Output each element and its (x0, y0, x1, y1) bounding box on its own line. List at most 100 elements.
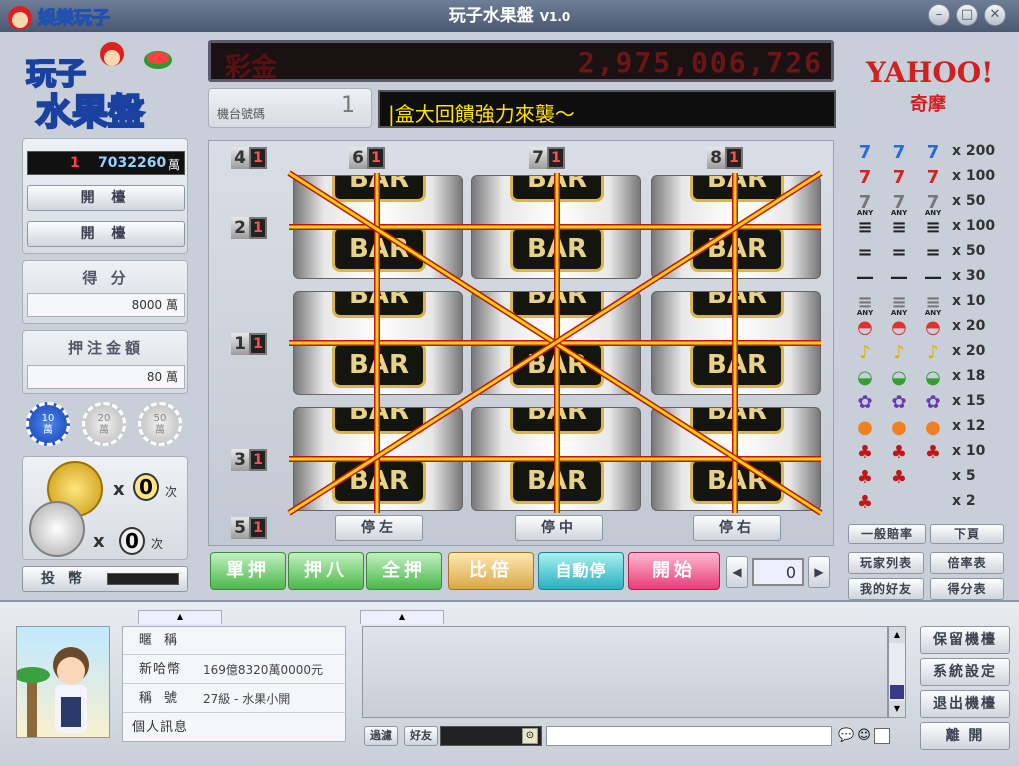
sponsor-sub: 奇摩 (910, 94, 946, 115)
line-tag-left[interactable]: 1 1 (231, 333, 267, 355)
chip-10[interactable]: 10 萬 (26, 402, 70, 446)
my-friends-button[interactable]: 我的好友 (848, 578, 924, 600)
bar-any-icon: ≡ ANY (854, 292, 876, 317)
single-bet-button[interactable]: 單押 (210, 552, 286, 590)
counter-control: ◀ 0 ▶ (726, 556, 830, 588)
seven-red-icon: 7 (858, 167, 872, 188)
line-tag-left[interactable]: 3 1 (231, 449, 267, 471)
line-tag-top[interactable]: 8 1 (707, 147, 743, 169)
bar-triple-icon: ≡ (857, 217, 873, 238)
bar-triple-icon: ≡ (891, 217, 907, 238)
open-table-button-2[interactable]: 開 檯 (27, 221, 185, 247)
line-tag-top[interactable]: 7 1 (529, 147, 565, 169)
paytable-multiplier: x 10 (952, 443, 986, 459)
chip-20-unit: 萬 (99, 425, 109, 436)
paytable-multiplier: x 50 (952, 243, 986, 259)
credit-display: 1 7032260 萬 (27, 151, 185, 175)
melon-icon: ◒ (891, 367, 907, 388)
score-table-button[interactable]: 得分表 (930, 578, 1004, 600)
paytable-row: ≡ ≡ ≡ x 100 (846, 215, 1006, 240)
game-logo: 玩子 水果盤 (18, 40, 178, 134)
credit-index: 1 (70, 155, 80, 171)
emoticon-icon[interactable]: ☺ (856, 728, 872, 744)
line-count: 1 (249, 217, 267, 239)
counter-prev-button[interactable]: ◀ (726, 556, 748, 588)
paytable-multiplier: x 15 (952, 393, 986, 409)
exit-machine-button[interactable]: 退出機檯 (920, 690, 1010, 718)
silver-coin-count: 0 (119, 527, 145, 555)
chat-scrollbar[interactable]: ▲ ▼ (888, 626, 906, 718)
jackpot-value: 2,975,006,726 (577, 46, 823, 79)
odds-table-button[interactable]: 倍率表 (930, 552, 1004, 574)
dropdown-icon[interactable]: ⊙ (522, 728, 538, 744)
paytable-row: ● ● ● x 12 (846, 415, 1006, 440)
leave-button[interactable]: 離 開 (920, 722, 1010, 750)
grape-icon: ✿ (891, 392, 907, 413)
keep-machine-button[interactable]: 保留機檯 (920, 626, 1010, 654)
checkbox-icon[interactable] (874, 728, 890, 744)
close-button[interactable]: ✕ (984, 4, 1006, 26)
paytable-row: ♪ ♪ ♪ x 20 (846, 340, 1006, 365)
chat-log[interactable] (362, 626, 888, 718)
coin-panel: x 0 次 x 0 次 (22, 456, 188, 560)
melon-icon: ◒ (925, 367, 941, 388)
silver-coin-unit: 次 (151, 537, 164, 551)
maximize-button[interactable]: □ (956, 4, 978, 26)
cherry-3-icon: ♣ (890, 442, 908, 463)
system-settings-button[interactable]: 系統設定 (920, 658, 1010, 686)
minimize-button[interactable]: – (928, 4, 950, 26)
line-tag-top[interactable]: 4 1 (231, 147, 267, 169)
scroll-up-icon[interactable]: ▲ (889, 627, 905, 643)
bar-double-icon: = (925, 242, 941, 263)
all-bet-button[interactable]: 全押 (366, 552, 442, 590)
score-label: 得 分 (82, 269, 130, 287)
logo-line2: 水果盤 (36, 92, 144, 132)
marquee-banner: |盒大回饋強力來襲～ (378, 90, 836, 128)
start-button[interactable]: 開始 (628, 552, 720, 590)
stop-left-button[interactable]: 停左 (335, 515, 423, 541)
insert-coin-button[interactable]: 投 幣 (22, 566, 188, 592)
paytable-multiplier: x 100 (952, 168, 996, 184)
window-title-text: 玩子水果盤 (448, 6, 534, 26)
chip-50-value: 50 (153, 413, 167, 424)
avatar[interactable] (14, 626, 110, 738)
stop-right-button[interactable]: 停右 (693, 515, 781, 541)
chip-50[interactable]: 50 萬 (138, 402, 182, 446)
counter-next-button[interactable]: ▶ (808, 556, 830, 588)
collapse-tab-icon[interactable]: ▲ (138, 610, 222, 624)
paytable-multiplier: x 30 (952, 268, 986, 284)
filter-button[interactable]: 過濾 (364, 726, 398, 746)
player-nickname-row: 暱 稱 (123, 627, 347, 655)
line-tag-top[interactable]: 6 1 (349, 147, 385, 169)
scroll-down-icon[interactable]: ▼ (889, 701, 905, 717)
line-tag-left[interactable]: 2 1 (231, 217, 267, 239)
double-button[interactable]: 比倍 (448, 552, 534, 590)
reel-area: BAR BAR BAR BAR BAR BAR BAR BAR BAR BAR … (208, 140, 834, 546)
speech-bubble-icon[interactable]: 💬 (838, 728, 854, 744)
scroll-thumb[interactable] (890, 685, 904, 699)
bar-single-icon: — (924, 267, 942, 288)
stop-middle-button[interactable]: 停中 (515, 515, 603, 541)
grape-icon: ✿ (925, 392, 941, 413)
watermelon-slice-icon: ◓ (891, 317, 907, 338)
chip-50-unit: 萬 (155, 425, 165, 436)
player-list-button[interactable]: 玩家列表 (848, 552, 924, 574)
chip-20[interactable]: 20 萬 (82, 402, 126, 446)
coin-slot-icon (107, 573, 179, 585)
title-label: 稱 號 (138, 691, 182, 706)
open-table-button[interactable]: 開 檯 (27, 185, 185, 211)
friends-button[interactable]: 好友 (404, 726, 438, 746)
chat-input[interactable] (546, 726, 832, 746)
paytable-multiplier: x 100 (952, 218, 996, 234)
next-page-button[interactable]: 下頁 (930, 524, 1004, 544)
game-logo-graphic: 玩子 水果盤 (25, 42, 172, 134)
gold-coin-count: 0 (133, 473, 159, 501)
logo-line1: 玩子 (26, 57, 86, 92)
auto-stop-button[interactable]: 自動停 (538, 552, 624, 590)
orange-icon: ● (891, 417, 907, 438)
line-tag-left[interactable]: 5 1 (231, 517, 267, 539)
bet-eight-button[interactable]: 押八 (288, 552, 364, 590)
collapse-chat-tab-icon[interactable]: ▲ (360, 610, 444, 624)
gold-coin-x: x (113, 479, 125, 500)
line-count: 1 (249, 333, 267, 355)
